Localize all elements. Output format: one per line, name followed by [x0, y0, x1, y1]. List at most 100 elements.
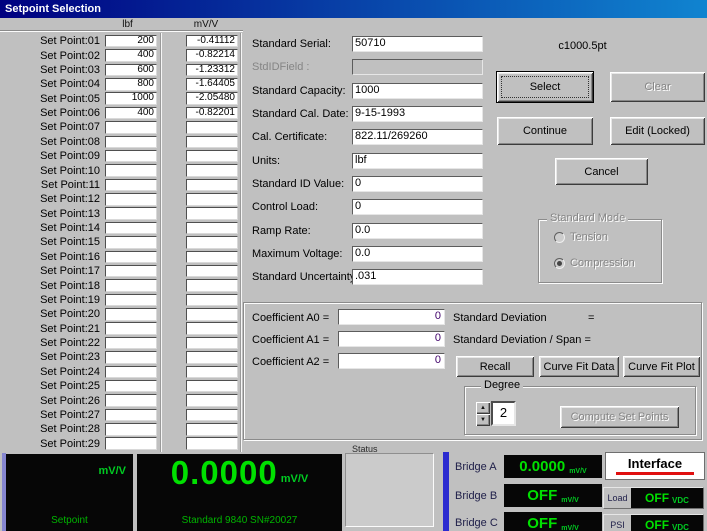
setpoint-mvv-input[interactable]	[186, 222, 238, 235]
setpoint-load-input[interactable]	[105, 337, 157, 350]
setpoint-load-input[interactable]	[105, 207, 157, 220]
compute-set-points-button[interactable]: Compute Set Points	[560, 406, 679, 428]
table-row: Set Point:17	[0, 264, 243, 278]
field-input[interactable]: .031	[352, 269, 483, 285]
setpoint-mvv-input[interactable]	[186, 409, 238, 422]
recall-button[interactable]: Recall	[456, 356, 534, 377]
setpoint-mvv-input[interactable]	[186, 322, 238, 335]
setpoint-mvv-input[interactable]: -0.82214	[186, 49, 238, 62]
setpoint-load-input[interactable]	[105, 394, 157, 407]
field-input[interactable]: 0	[352, 176, 483, 192]
setpoint-mvv-input[interactable]	[186, 179, 238, 192]
setpoint-label: Set Point:09	[0, 150, 105, 162]
setpoint-mvv-input[interactable]	[186, 164, 238, 177]
field-input[interactable]: 0	[352, 199, 483, 215]
setpoint-mvv-input[interactable]	[186, 207, 238, 220]
setpoint-load-input[interactable]	[105, 366, 157, 379]
load-label: Load	[604, 488, 631, 508]
setpoint-mvv-input[interactable]	[186, 423, 238, 436]
setpoint-load-input[interactable]	[105, 423, 157, 436]
bridge-a-unit: mV/V	[569, 468, 587, 475]
setpoint-load-input[interactable]	[105, 251, 157, 264]
setpoint-load-input[interactable]	[105, 351, 157, 364]
setpoint-mvv-input[interactable]	[186, 294, 238, 307]
table-row: Set Point:08	[0, 135, 243, 149]
setpoint-load-input[interactable]: 800	[105, 78, 157, 91]
setpoint-mvv-input[interactable]: -0.82201	[186, 107, 238, 120]
standard-display: 0.0000 mV/V Standard 9840 SN#20027	[137, 454, 342, 531]
field-input[interactable]: 0.0	[352, 223, 483, 239]
setpoint-mvv-input[interactable]	[186, 394, 238, 407]
setpoint-load-input[interactable]	[105, 164, 157, 177]
continue-button[interactable]: Continue	[497, 117, 593, 145]
setpoint-mvv-input[interactable]	[186, 121, 238, 134]
setpoint-mvv-input[interactable]: -1.64405	[186, 78, 238, 91]
field-input[interactable]: lbf	[352, 153, 483, 169]
setpoint-load-input[interactable]	[105, 193, 157, 206]
setpoint-load-input[interactable]	[105, 222, 157, 235]
setpoint-mvv-input[interactable]	[186, 251, 238, 264]
setpoint-mvv-input[interactable]	[186, 193, 238, 206]
setpoint-load-input[interactable]	[105, 380, 157, 393]
setpoint-load-input[interactable]	[105, 279, 157, 292]
setpoint-load-input[interactable]	[105, 179, 157, 192]
setpoint-mvv-input[interactable]	[186, 279, 238, 292]
degree-spin-down-button[interactable]: ▼	[476, 414, 490, 426]
setpoint-mvv-input[interactable]	[186, 150, 238, 163]
field-input[interactable]: 822.11/269260	[352, 129, 483, 145]
degree-value-input[interactable]: 2	[491, 401, 516, 426]
coefficient-input[interactable]: 0	[338, 309, 445, 325]
setpoint-mvv-input[interactable]	[186, 437, 238, 450]
setpoint-load-input[interactable]	[105, 409, 157, 422]
setpoint-mvv-input[interactable]: -0.41112	[186, 35, 238, 48]
setpoint-mvv-input[interactable]	[186, 136, 238, 149]
setpoint-mvv-input[interactable]: -2.05480	[186, 92, 238, 105]
compression-radio[interactable]	[554, 258, 565, 269]
cancel-button[interactable]: Cancel	[555, 158, 648, 185]
select-button[interactable]: Select	[497, 72, 593, 102]
setpoint-load-input[interactable]: 600	[105, 64, 157, 77]
setpoint-mvv-input[interactable]	[186, 366, 238, 379]
bridge-b-label: Bridge B	[455, 490, 502, 502]
edit-locked-button[interactable]: Edit (Locked)	[610, 117, 705, 145]
coefficient-input[interactable]: 0	[338, 353, 445, 369]
table-row: Set Point:04 800 -1.64405	[0, 77, 243, 91]
clear-button[interactable]: Clear	[610, 72, 705, 102]
setpoint-load-input[interactable]: 400	[105, 107, 157, 120]
setpoint-mvv-input[interactable]	[186, 265, 238, 278]
setpoint-load-input[interactable]	[105, 236, 157, 249]
tension-radio[interactable]	[554, 232, 565, 243]
setpoint-load-input[interactable]: 400	[105, 49, 157, 62]
setpoint-load-input[interactable]	[105, 437, 157, 450]
field-label: Standard Cal. Date:	[252, 108, 349, 120]
curve-fit-data-button[interactable]: Curve Fit Data	[539, 356, 619, 377]
setpoint-load-input[interactable]	[105, 121, 157, 134]
setpoint-mvv-input[interactable]	[186, 337, 238, 350]
setpoint-mvv-input[interactable]	[186, 308, 238, 321]
table-row: Set Point:23	[0, 350, 243, 364]
setpoint-label: Set Point:25	[0, 380, 105, 392]
setpoint-mvv-input[interactable]: -1.23312	[186, 64, 238, 77]
field-input[interactable]	[352, 59, 483, 75]
setpoint-load-input[interactable]	[105, 265, 157, 278]
curve-fit-plot-button[interactable]: Curve Fit Plot	[623, 356, 700, 377]
setpoint-load-input[interactable]	[105, 308, 157, 321]
setpoint-mvv-input[interactable]	[186, 351, 238, 364]
title-bar[interactable]: Setpoint Selection	[0, 0, 707, 18]
field-input[interactable]: 1000	[352, 83, 483, 99]
setpoint-mvv-input[interactable]	[186, 380, 238, 393]
setpoint-mvv-input[interactable]	[186, 236, 238, 249]
field-input[interactable]: 0.0	[352, 246, 483, 262]
setpoint-load-input[interactable]	[105, 136, 157, 149]
setpoint-load-input[interactable]	[105, 150, 157, 163]
setpoint-load-input[interactable]: 200	[105, 35, 157, 48]
field-input[interactable]: 9-15-1993	[352, 106, 483, 122]
coefficient-input[interactable]: 0	[338, 331, 445, 347]
setpoint-load-input[interactable]	[105, 322, 157, 335]
degree-spin-up-button[interactable]: ▲	[476, 402, 490, 414]
table-row: Set Point:02 400 -0.82214	[0, 48, 243, 62]
coefficient-label: Coefficient A0 =	[252, 312, 329, 324]
standard-display-value: 0.0000	[171, 455, 278, 491]
setpoint-load-input[interactable]	[105, 294, 157, 307]
setpoint-load-input[interactable]: 1000	[105, 92, 157, 105]
